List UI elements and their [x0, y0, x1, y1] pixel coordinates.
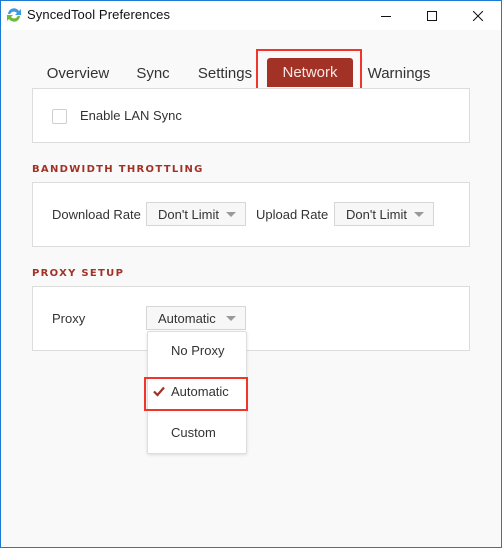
maximize-icon [427, 10, 437, 21]
tab-overview[interactable]: Overview [39, 57, 117, 89]
close-button[interactable] [455, 1, 501, 30]
proxy-option-custom[interactable]: Custom [148, 421, 246, 445]
sync-app-icon [7, 8, 21, 22]
upload-rate-label: Upload Rate [256, 207, 329, 222]
minimize-icon [381, 15, 391, 17]
tab-warnings[interactable]: Warnings [361, 57, 437, 89]
bandwidth-section-title: BANDWIDTH THROTTLING [32, 164, 204, 175]
window-title: SyncedTool Preferences [27, 7, 171, 22]
tab-network[interactable]: Network [267, 58, 353, 87]
proxy-dropdown-menu: No Proxy Automatic Custom [147, 331, 247, 454]
minimize-button[interactable] [363, 1, 409, 30]
checkmark-icon [153, 386, 165, 397]
tab-settings[interactable]: Settings [189, 57, 261, 89]
tab-sync[interactable]: Sync [129, 57, 177, 89]
maximize-button[interactable] [409, 1, 455, 30]
upload-rate-value: Don't Limit [346, 206, 408, 222]
preferences-window: SyncedTool Preferences Overview Sync Set… [0, 0, 502, 548]
proxy-label: Proxy [52, 311, 86, 326]
download-rate-label: Download Rate [52, 207, 141, 222]
proxy-select[interactable]: Automatic [146, 306, 246, 330]
proxy-section-title: PROXY SETUP [32, 268, 125, 279]
enable-lan-sync-label: Enable LAN Sync [80, 108, 182, 123]
chevron-down-icon [226, 212, 236, 217]
proxy-panel [32, 286, 470, 351]
download-rate-value: Don't Limit [158, 206, 220, 222]
proxy-option-no-proxy[interactable]: No Proxy [148, 339, 246, 363]
enable-lan-sync-checkbox[interactable] [52, 109, 67, 124]
proxy-value: Automatic [158, 310, 216, 326]
proxy-option-automatic[interactable]: Automatic [148, 380, 246, 404]
chevron-down-icon [414, 212, 424, 217]
title-bar: SyncedTool Preferences [1, 1, 501, 30]
close-icon [473, 10, 483, 21]
upload-rate-select[interactable]: Don't Limit [334, 202, 434, 226]
download-rate-select[interactable]: Don't Limit [146, 202, 246, 226]
chevron-down-icon [226, 316, 236, 321]
